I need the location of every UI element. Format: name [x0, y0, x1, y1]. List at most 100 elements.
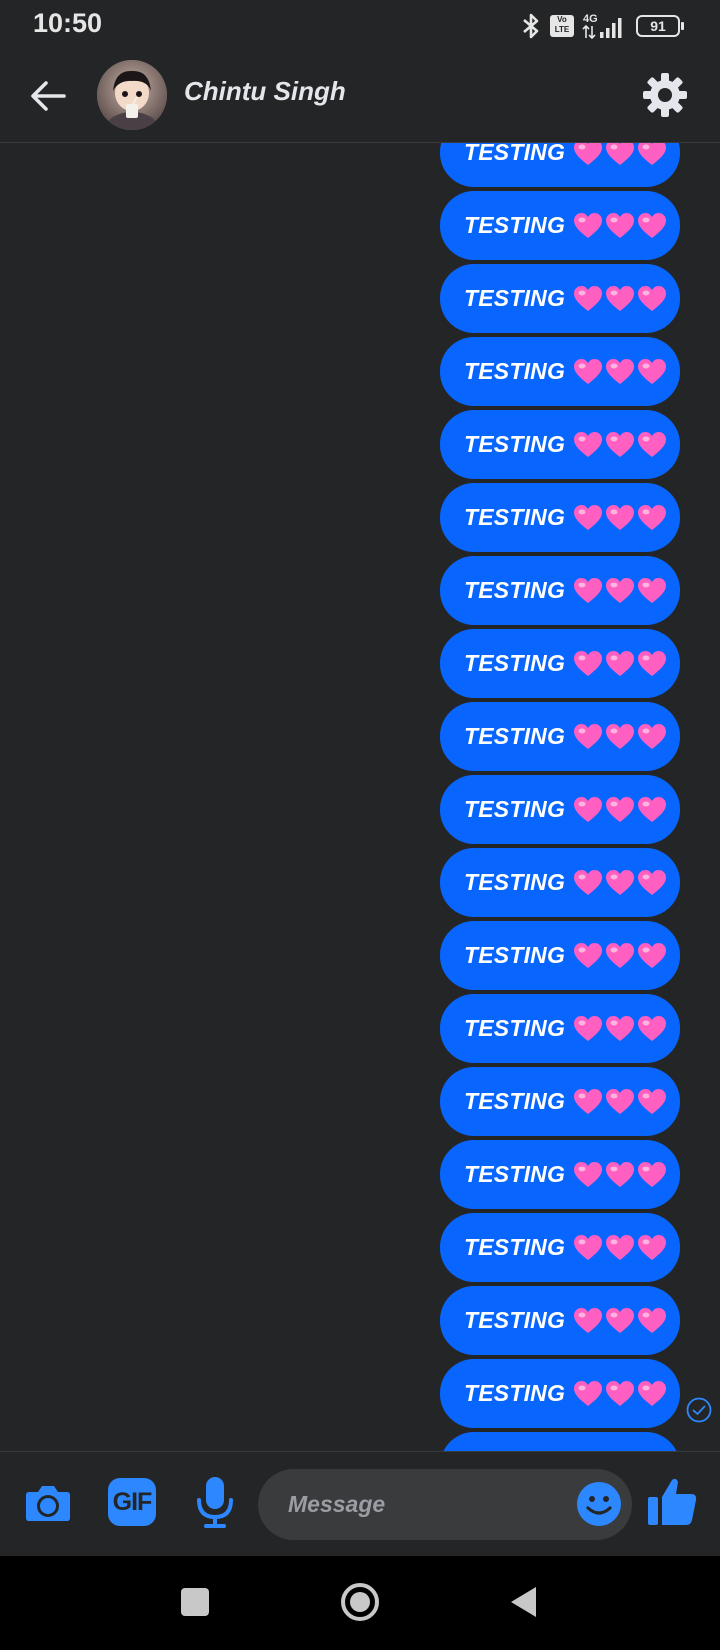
pink-heart-icon	[638, 212, 667, 238]
message-bubble[interactable]: TESTING	[440, 629, 680, 698]
message-input[interactable]	[288, 1487, 538, 1521]
message-emoji	[573, 143, 667, 167]
pink-heart-icon	[638, 1161, 667, 1187]
pink-heart-icon	[574, 1088, 603, 1114]
pink-heart-icon	[638, 285, 667, 311]
gear-icon[interactable]	[640, 70, 690, 120]
pink-heart-icon	[606, 577, 635, 603]
pink-heart-icon	[574, 723, 603, 749]
message-emoji	[573, 1161, 667, 1189]
message-text: TESTING	[464, 1161, 566, 1187]
message-text: TESTING	[464, 1380, 566, 1406]
pink-heart-icon	[638, 504, 667, 530]
battery-icon: 91	[636, 15, 684, 37]
message-bubble[interactable]: TESTING	[440, 410, 680, 479]
message-bubble[interactable]: TESTING	[440, 702, 680, 771]
pink-heart-icon	[574, 504, 603, 530]
message-text: TESTING	[464, 285, 566, 311]
home-icon[interactable]	[340, 1582, 380, 1622]
message-bubble[interactable]: TESTING	[440, 1213, 680, 1282]
thumbs-up-icon[interactable]	[645, 1474, 700, 1529]
emoji-icon[interactable]	[576, 1481, 622, 1527]
message-emoji	[573, 212, 667, 240]
message-emoji	[573, 1307, 667, 1335]
message-bubble[interactable]: TESTING	[440, 143, 680, 187]
message-bubble[interactable]: TESTING	[440, 1140, 680, 1209]
message-text: TESTING	[464, 212, 566, 238]
pink-heart-icon	[606, 1380, 635, 1406]
seen-check-icon	[686, 1397, 712, 1423]
message-text: TESTING	[464, 358, 566, 384]
message-bubble[interactable]: TESTING	[440, 994, 680, 1063]
message-text: TESTING	[464, 577, 566, 603]
message-text: TESTING	[464, 723, 566, 749]
pink-heart-icon	[574, 796, 603, 822]
pink-heart-icon	[638, 431, 667, 457]
message-bubble[interactable]: TESTING	[440, 191, 680, 260]
pink-heart-icon	[574, 577, 603, 603]
message-bubble[interactable]: TESTING	[440, 483, 680, 552]
message-bubble[interactable]: TESTING	[440, 1286, 680, 1355]
message-emoji	[573, 1380, 667, 1408]
pink-heart-icon	[606, 212, 635, 238]
message-bubble[interactable]: TESTING	[440, 264, 680, 333]
message-text: TESTING	[464, 431, 566, 457]
pink-heart-icon	[606, 1307, 635, 1333]
message-emoji	[573, 869, 667, 897]
chat-header: Chintu Singh	[0, 52, 720, 143]
avatar[interactable]	[97, 60, 167, 130]
message-bubble[interactable]: TESTING	[440, 921, 680, 990]
pink-heart-icon	[638, 358, 667, 384]
pink-heart-icon	[638, 1307, 667, 1333]
message-text: TESTING	[464, 796, 566, 822]
message-text: TESTING	[464, 1088, 566, 1114]
camera-icon[interactable]	[23, 1478, 73, 1528]
message-text: TESTING	[464, 143, 566, 165]
message-text: TESTING	[464, 504, 566, 530]
message-emoji	[573, 796, 667, 824]
message-bubble[interactable]: TESTING	[440, 556, 680, 625]
message-bubble[interactable]: TESTING	[440, 1432, 680, 1451]
pink-heart-icon	[606, 650, 635, 676]
pink-heart-icon	[606, 723, 635, 749]
pink-heart-icon	[638, 1380, 667, 1406]
pink-heart-icon	[574, 285, 603, 311]
pink-heart-icon	[606, 431, 635, 457]
battery-level: 91	[650, 18, 666, 34]
pink-heart-icon	[574, 942, 603, 968]
message-bubble[interactable]: TESTING	[440, 775, 680, 844]
message-field[interactable]	[258, 1469, 632, 1540]
pink-heart-icon	[606, 1088, 635, 1114]
composer: GIF	[0, 1451, 720, 1556]
contact-name[interactable]: Chintu Singh	[184, 76, 346, 107]
pink-heart-icon	[638, 577, 667, 603]
message-emoji	[573, 358, 667, 386]
pink-heart-icon	[606, 796, 635, 822]
recent-apps-icon[interactable]	[181, 1588, 209, 1616]
message-emoji	[573, 431, 667, 459]
system-nav-bar	[0, 1556, 720, 1650]
message-emoji	[573, 285, 667, 313]
message-text: TESTING	[464, 650, 566, 676]
message-bubble[interactable]: TESTING	[440, 848, 680, 917]
avatar-image	[97, 60, 167, 130]
pink-heart-icon	[606, 942, 635, 968]
arrow-left-icon[interactable]	[26, 74, 70, 118]
pink-heart-icon	[574, 1015, 603, 1041]
gif-button[interactable]: GIF	[108, 1478, 156, 1526]
message-emoji	[573, 1088, 667, 1116]
message-emoji	[573, 942, 667, 970]
pink-heart-icon	[606, 285, 635, 311]
message-bubble[interactable]: TESTING	[440, 1359, 680, 1428]
message-bubble[interactable]: TESTING	[440, 1067, 680, 1136]
message-bubble[interactable]: TESTING	[440, 337, 680, 406]
message-emoji	[573, 723, 667, 751]
status-bar: 10:50 Vo LTE 4G 91	[0, 0, 720, 52]
pink-heart-icon	[606, 869, 635, 895]
pink-heart-icon	[606, 143, 635, 165]
pink-heart-icon	[574, 143, 603, 165]
microphone-icon[interactable]	[193, 1474, 237, 1530]
message-text: TESTING	[464, 942, 566, 968]
back-triangle-icon[interactable]	[508, 1584, 538, 1620]
message-thread[interactable]: TESTING TESTING TESTING TESTING TESTING TESTI…	[0, 143, 720, 1451]
